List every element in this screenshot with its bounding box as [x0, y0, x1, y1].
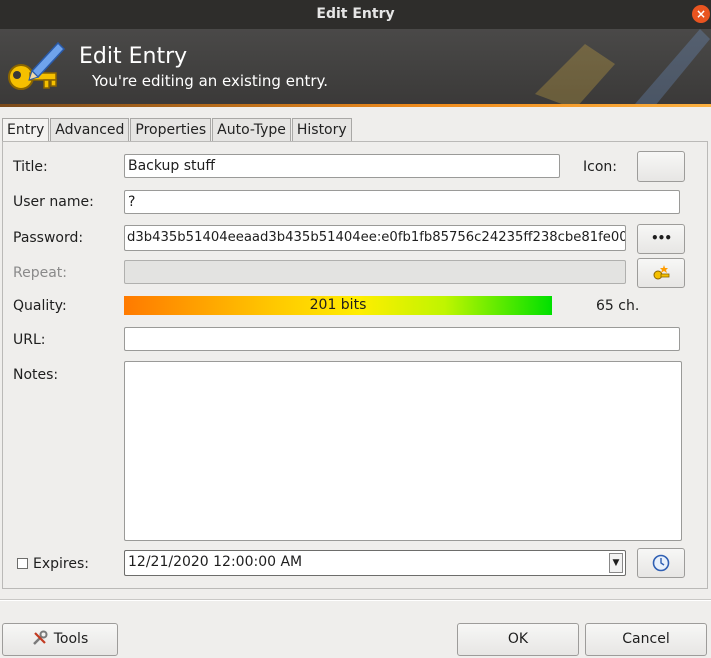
generate-password-button[interactable]	[637, 258, 685, 288]
footer-separator-highlight	[0, 600, 711, 601]
close-window-button[interactable]: ×	[692, 5, 710, 23]
icon-picker-button[interactable]	[637, 151, 685, 182]
username-label: User name:	[13, 194, 94, 210]
cancel-button[interactable]: Cancel	[585, 623, 707, 656]
toggle-password-visibility-button[interactable]: •••	[637, 224, 685, 254]
tools-icon	[32, 630, 48, 645]
expiry-date-value: 12/21/2020 12:00:00 AM	[128, 554, 303, 570]
window-titlebar: Edit Entry ×	[0, 0, 711, 29]
banner-watermark-icon	[535, 29, 710, 107]
expiry-presets-button[interactable]	[637, 548, 685, 578]
quality-bits-text: 201 bits	[309, 297, 367, 313]
tools-button-label: Tools	[53, 631, 89, 647]
title-input[interactable]: Backup stuff	[124, 154, 560, 178]
repeat-password-input[interactable]	[124, 260, 626, 284]
password-length-label: 65 ch.	[596, 298, 640, 314]
tab-properties[interactable]: Properties	[130, 118, 212, 142]
banner-accent-stripe	[0, 104, 711, 107]
banner-title: Edit Entry	[79, 44, 188, 69]
window-title: Edit Entry	[316, 6, 395, 22]
password-label: Password:	[13, 230, 84, 246]
expiry-date-picker[interactable]: 12/21/2020 12:00:00 AM ▼	[124, 550, 626, 576]
username-input[interactable]: ?	[124, 190, 680, 214]
ok-button[interactable]: OK	[457, 623, 579, 656]
title-label: Title:	[13, 159, 48, 175]
tab-auto-type[interactable]: Auto-Type	[212, 118, 291, 142]
quality-label: Quality:	[13, 298, 67, 314]
password-input[interactable]: d3b435b51404eeaad3b435b51404ee:e0fb1fb85…	[124, 225, 626, 251]
password-quality-bar: 201 bits	[124, 296, 552, 315]
tab-bar: Entry Advanced Properties Auto-Type Hist…	[2, 118, 353, 143]
edit-entry-key-icon	[8, 41, 66, 90]
banner-subtitle: You're editing an existing entry.	[92, 72, 329, 90]
icon-label: Icon:	[583, 159, 617, 175]
tab-history[interactable]: History	[291, 118, 352, 142]
repeat-label: Repeat:	[13, 265, 67, 281]
notes-textarea[interactable]	[124, 361, 682, 541]
expires-label: Expires:	[33, 556, 89, 572]
url-input[interactable]	[124, 327, 680, 351]
password-generator-icon	[653, 265, 670, 280]
header-banner: Edit Entry You're editing an existing en…	[0, 29, 711, 107]
tab-advanced[interactable]: Advanced	[50, 118, 130, 142]
clock-icon	[652, 554, 670, 572]
dropdown-arrow-icon[interactable]: ▼	[609, 553, 623, 573]
notes-label: Notes:	[13, 367, 59, 383]
tab-entry[interactable]: Entry	[2, 118, 50, 143]
expires-checkbox[interactable]	[17, 558, 28, 569]
url-label: URL:	[13, 332, 46, 348]
tools-button[interactable]: Tools	[2, 623, 118, 656]
